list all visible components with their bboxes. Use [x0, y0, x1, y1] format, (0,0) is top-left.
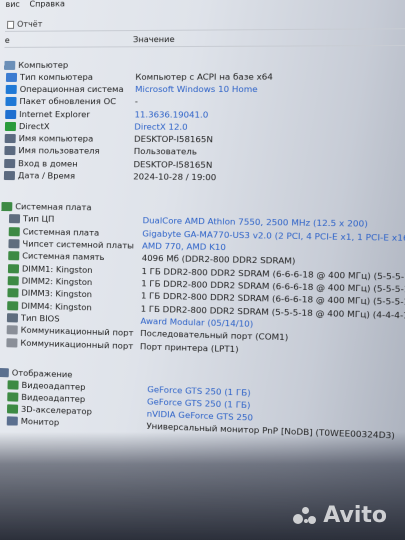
- item-icon: [7, 301, 19, 311]
- report-icon: [7, 20, 15, 29]
- item-label: DIMM1: Kingston: [21, 263, 93, 275]
- report-button[interactable]: Отчёт: [17, 20, 42, 29]
- item-label: Internet Explorer: [19, 109, 90, 120]
- item-icon: [4, 146, 16, 156]
- item-value: DESKTOP-I58165N: [133, 133, 214, 145]
- item-label: Коммуникационный порт: [20, 337, 134, 352]
- item-icon: [4, 121, 17, 132]
- item-icon: [3, 171, 16, 181]
- item-icon: [8, 214, 21, 224]
- item-icon: [6, 404, 19, 414]
- item-label: Монитор: [20, 415, 60, 428]
- menu-item-view[interactable]: вис: [5, 0, 19, 9]
- item-label: Видеоадаптер: [21, 391, 86, 405]
- item-label: Вход в домен: [18, 158, 78, 169]
- item-icon: [6, 416, 18, 426]
- item-value: GeForce GTS 250 (1 ГБ): [147, 384, 251, 398]
- item-value: Award Modular (05/14/10): [140, 315, 254, 329]
- item-value: DualCore AMD Athlon 7550, 2500 MHz (12.5…: [142, 215, 368, 229]
- item-label: Тип BIOS: [20, 312, 60, 324]
- header-divider: [4, 44, 405, 48]
- item-label: Тип ЦП: [22, 213, 55, 224]
- item-label: DIMM2: Kingston: [21, 275, 93, 288]
- menu-item-help[interactable]: Справка: [29, 0, 65, 9]
- item-value: Порт принтера (LPT1): [139, 341, 239, 355]
- item-icon: [8, 227, 20, 237]
- item-label: Компьютер: [18, 59, 69, 70]
- item-value: Последовательный порт (COM1): [140, 327, 289, 343]
- avito-watermark: Avito: [293, 503, 387, 528]
- item-label: DirectX: [18, 121, 50, 132]
- item-icon: [5, 109, 17, 120]
- item-icon: [8, 251, 20, 261]
- item-label: Имя пользователя: [18, 145, 100, 156]
- item-label: Коммуникационный порт: [20, 324, 134, 338]
- item-label: Чипсет системной платы: [22, 238, 135, 251]
- toolbar-divider: [4, 28, 405, 32]
- item-icon: [6, 313, 19, 323]
- item-icon: [8, 239, 20, 249]
- item-icon: [6, 325, 18, 335]
- menu-bar: вис Справка: [5, 0, 405, 12]
- item-label: Дата / Время: [17, 170, 76, 181]
- photo-of-screen: вис Справка Отчёт е Значение Компьютер Ти…: [0, 0, 405, 540]
- category-icon: [4, 60, 16, 70]
- item-value: Пользователь: [133, 145, 198, 157]
- item-label: Тип компьютера: [19, 71, 94, 82]
- item-label: DIMM3: Kingston: [21, 287, 93, 300]
- item-label: Системная плата: [15, 201, 92, 213]
- item-value: 2024-10-28 / 19:00: [133, 171, 217, 183]
- item-icon: [5, 96, 17, 106]
- item-label: DIMM4: Kingston: [21, 300, 92, 313]
- item-value: Microsoft Windows 10 Home: [135, 83, 258, 95]
- item-icon: [7, 264, 20, 274]
- item-label: Пакет обновления ОС: [19, 95, 117, 107]
- item-value: Компьютер с ACPI на базе x64: [135, 71, 274, 82]
- item-value: AMD 770, AMD K10: [141, 240, 227, 253]
- item-icon: [4, 133, 16, 144]
- item-icon: [7, 276, 19, 286]
- item-icon: [6, 338, 18, 348]
- item-label: Имя компьютера: [18, 133, 94, 144]
- avito-logo-icon: [293, 507, 319, 525]
- column-header-field[interactable]: е: [5, 36, 10, 45]
- item-icon: [5, 84, 17, 94]
- item-label: Операционная система: [19, 83, 124, 95]
- column-header-value[interactable]: Значение: [133, 35, 175, 44]
- item-value: DirectX 12.0: [134, 121, 188, 132]
- item-value: -: [134, 96, 139, 107]
- item-icon: [5, 72, 18, 82]
- item-label: Системная память: [22, 250, 105, 263]
- item-value: DESKTOP-I58165N: [133, 159, 213, 170]
- item-icon: [7, 392, 19, 402]
- avito-logo-text: Avito: [323, 503, 387, 528]
- item-label: Видеоадаптер: [21, 379, 86, 393]
- item-icon: [7, 380, 19, 390]
- item-label: Системная плата: [22, 226, 100, 238]
- item-icon: [7, 288, 19, 298]
- item-icon: [4, 159, 16, 169]
- item-value: 11.3636.19041.0: [134, 109, 209, 120]
- item-label: Отображение: [11, 367, 73, 380]
- category-icon: [0, 367, 9, 378]
- category-icon: [1, 202, 13, 212]
- item-value: 4096 Мб (DDR2-800 DDR2 SDRAM): [141, 252, 296, 266]
- item-label: 3D-акселератор: [20, 403, 93, 417]
